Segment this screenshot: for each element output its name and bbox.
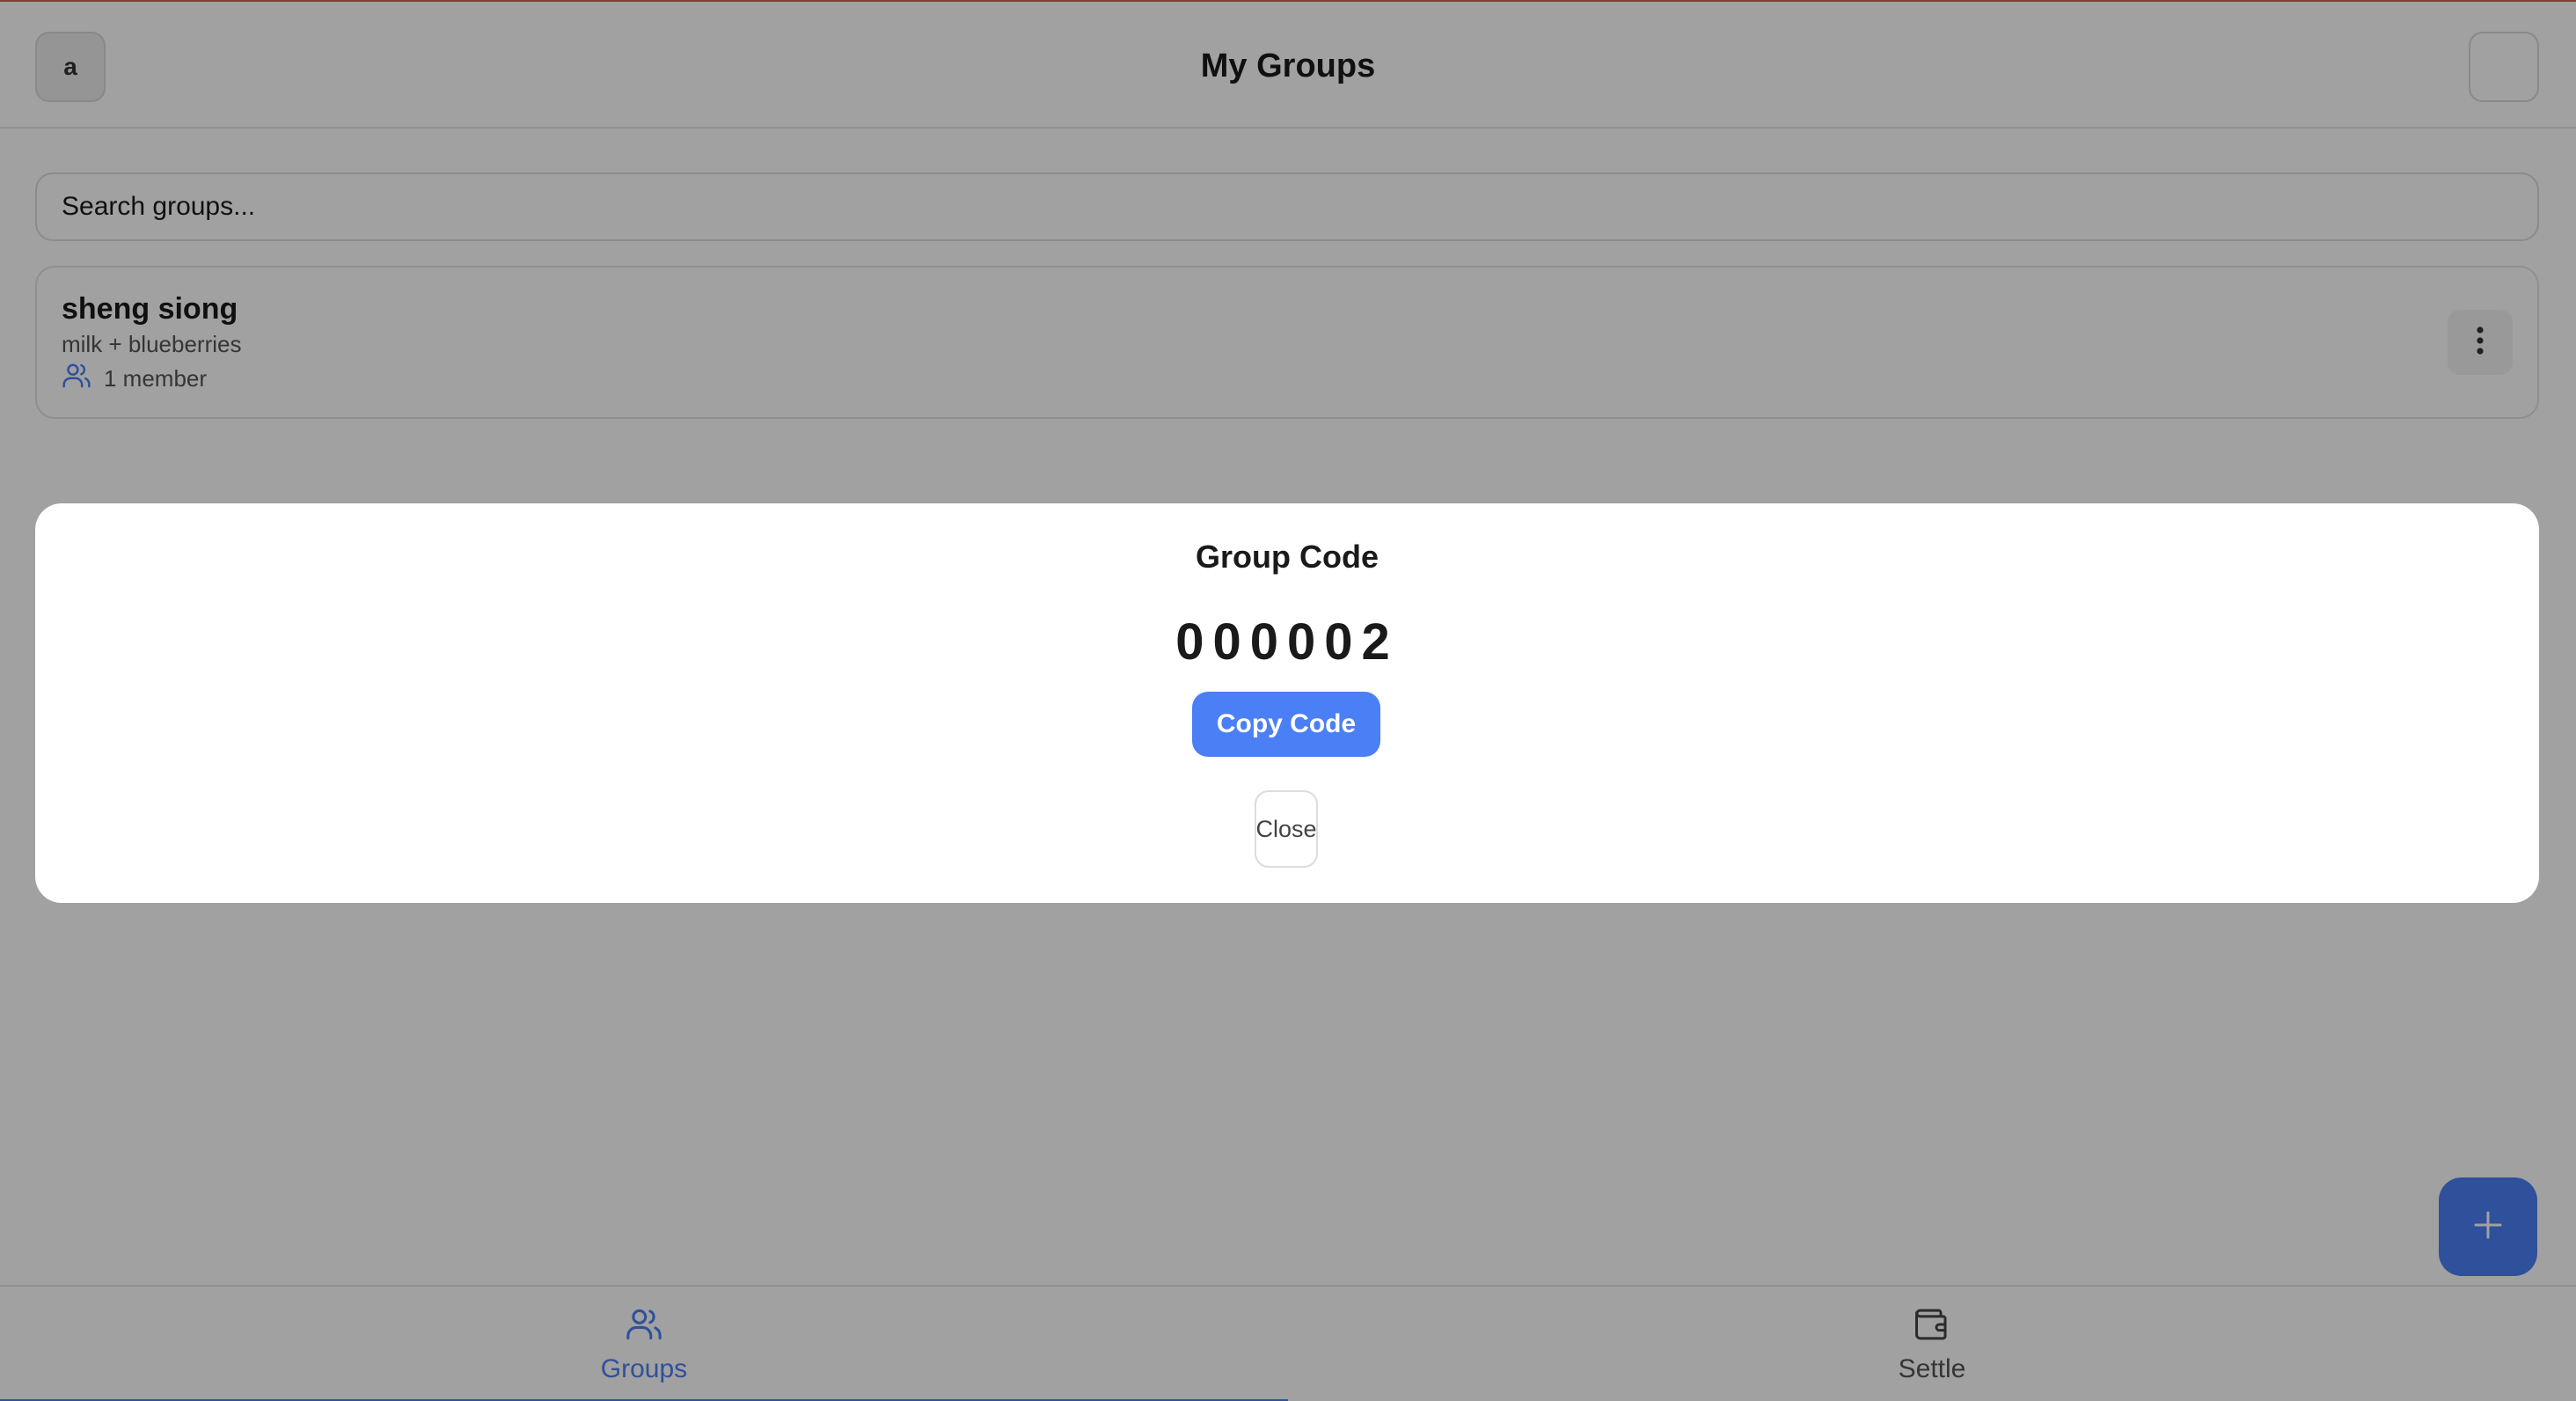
modal-title: Group Code: [1196, 539, 1379, 575]
group-code-modal: Group Code 000002 Copy Code Close: [35, 503, 2539, 903]
close-button[interactable]: Close: [1255, 790, 1318, 868]
group-code-value: 000002: [1175, 613, 1399, 671]
copy-code-button[interactable]: Copy Code: [1192, 692, 1380, 757]
